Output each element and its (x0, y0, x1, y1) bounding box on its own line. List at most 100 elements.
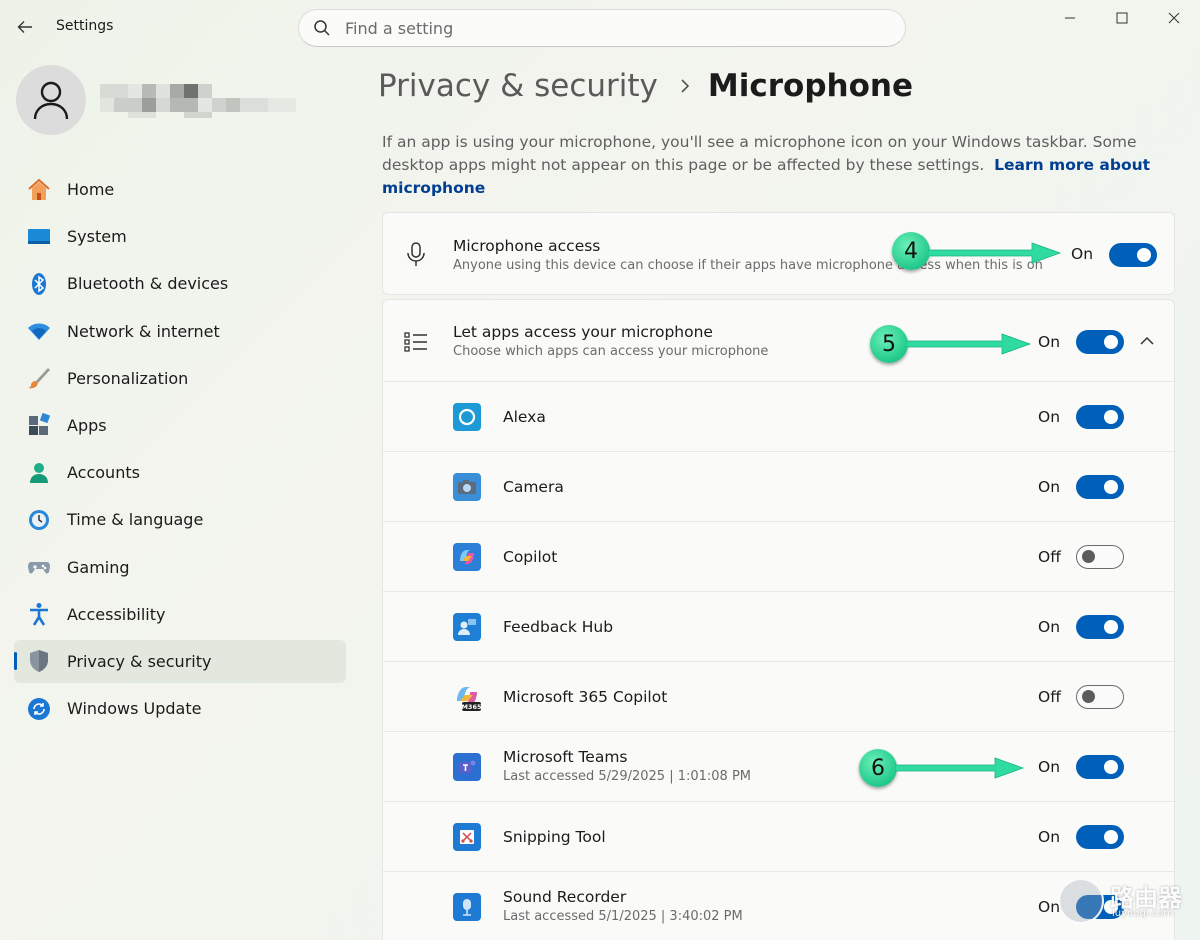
minimize-button[interactable] (1044, 0, 1096, 36)
sidebar-item-apps[interactable]: Apps (14, 404, 346, 447)
toggle-knob (1104, 620, 1118, 634)
app-toggle-microsoft-teams[interactable] (1076, 755, 1124, 779)
sidebar-item-label: Windows Update (67, 699, 202, 719)
page-title: Microphone (707, 68, 913, 104)
wifi-icon (26, 318, 52, 344)
app-state: On (1038, 828, 1061, 846)
app-toggle-snipping-tool[interactable] (1076, 825, 1124, 849)
app-state: Off (1038, 688, 1061, 706)
title-bar: Settings (0, 0, 1200, 56)
chevron-up-icon[interactable] (1140, 336, 1154, 345)
accessibility-icon (26, 601, 52, 627)
app-name: Microsoft Teams (503, 748, 628, 766)
microphone-access-toggle[interactable] (1109, 243, 1157, 267)
app-toggle-copilot[interactable] (1076, 545, 1124, 569)
back-button[interactable] (12, 14, 38, 40)
maximize-button[interactable] (1096, 0, 1148, 36)
sidebar-item-label: Personalization (67, 368, 189, 388)
teams-icon (453, 753, 481, 781)
app-state: On (1038, 478, 1061, 496)
sidebar-item-label: System (67, 227, 127, 247)
app-name: Copilot (503, 548, 558, 566)
app-toggle-camera[interactable] (1076, 475, 1124, 499)
app-state: On (1038, 618, 1061, 636)
callout-arrow-4-icon (928, 242, 1062, 264)
app-row-microsoft-teams: Microsoft Teams Last accessed 5/29/2025 … (383, 732, 1174, 802)
sidebar-item-accounts[interactable]: Accounts (14, 451, 346, 494)
sidebar-item-personalization[interactable]: Personalization (14, 357, 346, 400)
system-icon (26, 224, 52, 250)
m365-badge: M365 (461, 703, 481, 711)
window-controls (1044, 0, 1200, 36)
close-button[interactable] (1148, 0, 1200, 36)
camera-icon (453, 473, 481, 501)
app-name: Camera (503, 478, 564, 496)
sidebar-item-label: Network & internet (67, 321, 220, 341)
app-text: Camera (503, 478, 564, 496)
m365-copilot-icon: M365 (453, 683, 481, 711)
sidebar-item-label: Accessibility (67, 604, 166, 624)
sidebar-item-label: Privacy & security (67, 651, 212, 671)
toggle-knob (1137, 248, 1151, 262)
snipping-tool-icon (453, 823, 481, 851)
toggle-knob (1104, 830, 1118, 844)
sidebar-item-time-language[interactable]: Time & language (14, 498, 346, 541)
app-access-card: Let apps access your microphone Choose w… (382, 299, 1175, 940)
let-apps-access-subtitle: Choose which apps can access your microp… (453, 344, 769, 359)
app-name: Sound Recorder (503, 888, 627, 906)
app-text: Snipping Tool (503, 828, 606, 846)
sidebar-item-network[interactable]: Network & internet (14, 310, 346, 353)
callout-arrow-5-icon (906, 333, 1032, 355)
sidebar-item-system[interactable]: System (14, 215, 346, 258)
app-text: Microsoft 365 Copilot (503, 688, 667, 706)
chevron-right-icon (680, 79, 690, 93)
maximize-icon (1116, 12, 1128, 24)
toggle-knob (1104, 335, 1118, 349)
app-title: Settings (56, 18, 114, 34)
search-input[interactable] (345, 18, 865, 38)
sidebar-item-home[interactable]: Home (14, 168, 346, 211)
app-row-snipping-tool: Snipping Tool On (383, 802, 1174, 872)
app-toggle-feedback-hub[interactable] (1076, 615, 1124, 639)
brush-icon (26, 365, 52, 391)
sidebar-item-label: Time & language (67, 510, 204, 530)
app-toggle-alexa[interactable] (1076, 405, 1124, 429)
app-text: Copilot (503, 548, 557, 566)
sidebar-item-privacy-security[interactable]: Privacy & security (14, 639, 346, 683)
sidebar-item-label: Bluetooth & devices (67, 274, 229, 294)
sidebar-item-label: Gaming (67, 557, 130, 577)
back-arrow-icon (17, 21, 32, 33)
app-text: Microsoft Teams Last accessed 5/29/2025 … (503, 748, 751, 784)
app-row-copilot: Copilot Off (383, 522, 1174, 592)
search-icon (314, 20, 330, 36)
sidebar-item-label: Accounts (67, 463, 140, 483)
app-state: Off (1038, 548, 1061, 566)
apps-icon (26, 412, 52, 438)
app-text: Alexa (503, 408, 546, 426)
page-description: If an app is using your microphone, you'… (382, 131, 1172, 200)
search-box[interactable] (298, 9, 906, 47)
sidebar-item-gaming[interactable]: Gaming (14, 546, 346, 589)
breadcrumb-parent[interactable]: Privacy & security (378, 68, 658, 104)
app-name: Alexa (503, 408, 546, 426)
app-text: Sound Recorder Last accessed 5/1/2025 | … (503, 888, 743, 924)
callout-badge-6: 6 (859, 749, 897, 787)
watermark-subtext: luyouqi.com (1112, 908, 1174, 919)
home-icon (26, 177, 52, 203)
sidebar-item-label: Apps (67, 415, 107, 435)
sidebar-item-bluetooth[interactable]: Bluetooth & devices (14, 262, 346, 305)
sidebar-item-windows-update[interactable]: Windows Update (14, 687, 346, 730)
accounts-icon (26, 460, 52, 486)
bluetooth-icon (26, 271, 52, 297)
app-toggle-m365-copilot[interactable] (1076, 685, 1124, 709)
user-profile[interactable] (16, 65, 296, 135)
app-state: On (1038, 408, 1061, 426)
callout-badge-5: 5 (870, 325, 908, 363)
gamepad-icon (26, 554, 52, 580)
let-apps-access-toggle[interactable] (1076, 330, 1124, 354)
toggle-knob (1082, 550, 1095, 563)
toggle-knob (1104, 410, 1118, 424)
app-state: On (1038, 758, 1061, 776)
list-icon (403, 329, 429, 355)
sidebar-item-accessibility[interactable]: Accessibility (14, 593, 346, 636)
